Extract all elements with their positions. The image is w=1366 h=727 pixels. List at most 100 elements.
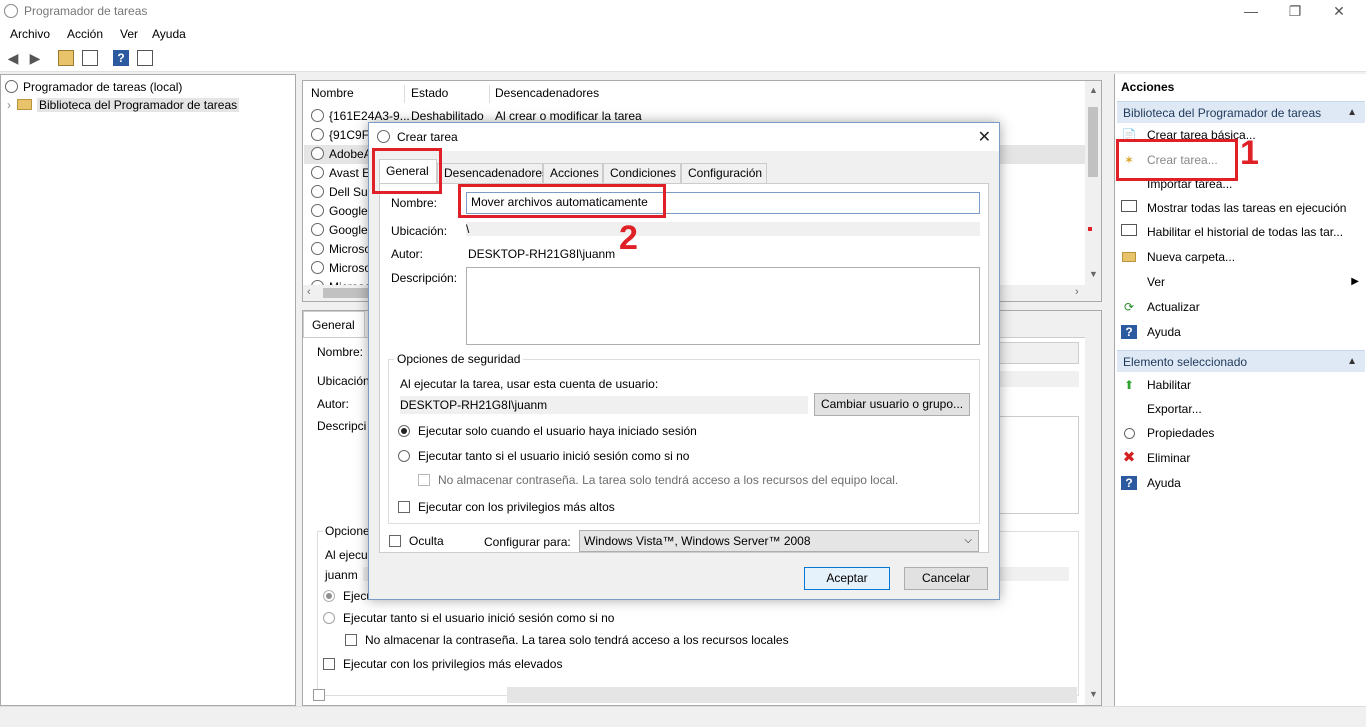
clock-icon <box>311 242 324 255</box>
action-export[interactable]: Exportar... <box>1121 399 1202 419</box>
clock-icon <box>311 223 324 236</box>
menu-ayuda[interactable]: Ayuda <box>152 27 186 41</box>
action-enable[interactable]: ⬆ Habilitar <box>1121 375 1191 395</box>
annotation-box-general-tab <box>372 148 442 194</box>
annotation-box-task-name <box>458 184 666 218</box>
back-arrow-icon[interactable]: ◀ <box>5 50 21 66</box>
tab-actions[interactable]: Acciones <box>543 163 603 183</box>
table-row[interactable]: GoogleU <box>311 221 376 240</box>
close-button[interactable]: ✕ <box>1316 2 1362 22</box>
column-header-name[interactable]: Nombre <box>311 86 354 104</box>
menu-bar: Archivo Acción Ver Ayuda <box>0 24 1366 44</box>
delete-x-icon: ✖ <box>1122 449 1136 466</box>
maximize-button[interactable]: ❐ <box>1272 2 1318 22</box>
show-action-pane-icon[interactable] <box>137 50 153 66</box>
tab-conditions[interactable]: Condiciones <box>603 163 681 183</box>
clock-icon <box>377 130 390 143</box>
configure-for-select[interactable]: Windows Vista™, Windows Server™ 2008 ⌵ <box>579 530 979 552</box>
action-help[interactable]: ? Ayuda <box>1121 322 1181 342</box>
tree-root[interactable]: Programador de tareas (local) <box>5 78 182 96</box>
table-row[interactable]: Microso <box>311 259 371 278</box>
running-tasks-icon <box>1121 200 1137 212</box>
show-hide-console-icon[interactable] <box>82 50 98 66</box>
annotation-box-create-task <box>1116 139 1238 181</box>
table-row[interactable]: Dell Sup <box>311 183 374 202</box>
folder-icon <box>1121 247 1137 267</box>
folder-icon <box>17 99 32 110</box>
action-show-running[interactable]: Mostrar todas las tareas en ejecución <box>1121 198 1346 218</box>
action-view[interactable]: Ver ▶ <box>1121 272 1359 292</box>
list-vertical-scrollbar[interactable]: ▲ ▼ <box>1085 81 1101 285</box>
up-folder-icon[interactable] <box>58 50 74 66</box>
status-bar <box>0 706 1366 727</box>
user-account-value: DESKTOP-RH21G8I\juanm <box>400 396 808 414</box>
window-title: Programador de tareas <box>24 4 148 18</box>
console-tree: Programador de tareas (local) › Bibliotec… <box>0 74 296 706</box>
action-new-folder[interactable]: Nueva carpeta... <box>1121 247 1235 267</box>
annotation-dot <box>1088 227 1092 231</box>
table-row[interactable]: Microso <box>311 240 371 259</box>
submenu-arrow-icon: ▶ <box>1351 276 1359 287</box>
title-bar: Programador de tareas — ❐ ✕ <box>0 0 1366 24</box>
help-icon: ? <box>1121 476 1137 490</box>
actions-title: Acciones <box>1121 80 1175 94</box>
chevron-down-icon: ⌵ <box>964 535 972 546</box>
menu-ver[interactable]: Ver <box>120 27 138 41</box>
annotation-number-one: 1 <box>1240 134 1259 172</box>
accept-button[interactable]: Aceptar <box>804 567 890 590</box>
change-user-button[interactable]: Cambiar usuario o grupo... <box>814 393 970 416</box>
action-delete[interactable]: ✖ Eliminar <box>1121 448 1191 468</box>
clock-icon <box>1121 423 1137 443</box>
action-properties[interactable]: Propiedades <box>1121 423 1214 443</box>
clock-icon <box>311 185 324 198</box>
section-library[interactable]: Biblioteca del Programador de tareas ▲ <box>1117 101 1365 123</box>
clock-icon <box>311 261 324 274</box>
detail-check-privileges: Ejecutar con los privilegios más elevado… <box>323 657 562 671</box>
cancel-button[interactable]: Cancelar <box>904 567 988 590</box>
clock-icon <box>311 128 324 141</box>
collapse-icon[interactable]: ▲ <box>1347 102 1357 124</box>
dialog-title-bar: Crear tarea ✕ <box>369 123 999 151</box>
column-header-state[interactable]: Estado <box>411 86 448 104</box>
action-refresh[interactable]: ⟳ Actualizar <box>1121 297 1200 317</box>
annotation-number-two: 2 <box>619 219 638 257</box>
table-row[interactable]: GoogleU <box>311 202 376 221</box>
minimize-button[interactable]: — <box>1228 2 1274 22</box>
enable-arrow-icon: ⬆ <box>1123 378 1135 392</box>
checkbox-no-store-password[interactable]: No almacenar contraseña. La tarea solo t… <box>418 473 898 487</box>
collapse-icon[interactable]: ▲ <box>1347 351 1357 373</box>
column-header-triggers[interactable]: Desencadenadores <box>495 86 599 104</box>
general-tab-page: Nombre: Mover archivos automaticamente U… <box>379 183 989 553</box>
table-row[interactable]: Avast Er <box>311 164 374 183</box>
dialog-title: Crear tarea <box>397 130 458 144</box>
refresh-icon: ⟳ <box>1123 300 1135 314</box>
clock-icon <box>311 166 324 179</box>
description-textarea[interactable] <box>466 267 980 345</box>
tab-settings[interactable]: Configuración <box>681 163 767 183</box>
tab-triggers[interactable]: Desencadenadores <box>437 163 548 183</box>
action-enable-history[interactable]: Habilitar el historial de todas las tar.… <box>1121 222 1343 242</box>
help-icon: ? <box>1121 325 1137 339</box>
menu-accion[interactable]: Acción <box>67 27 103 41</box>
checkbox-hidden[interactable]: Oculta <box>389 534 444 548</box>
tree-item-library[interactable]: › Biblioteca del Programador de tareas <box>7 96 240 114</box>
radio-run-logged-on[interactable]: Ejecutar solo cuando el usuario haya ini… <box>398 424 697 438</box>
clock-icon <box>5 80 18 93</box>
action-help-selected[interactable]: ? Ayuda <box>1121 473 1181 493</box>
tab-general-detail[interactable]: General <box>303 311 365 337</box>
menu-archivo[interactable]: Archivo <box>10 27 50 41</box>
section-selected-item[interactable]: Elemento seleccionado ▲ <box>1117 350 1365 372</box>
table-row[interactable]: {91C9F1 <box>311 126 376 145</box>
radio-run-whether-logged[interactable]: Ejecutar tanto si el usuario inició sesi… <box>398 449 689 463</box>
dialog-close-button[interactable]: ✕ <box>978 127 991 147</box>
detail-vertical-scrollbar[interactable]: ▼ <box>1085 337 1101 705</box>
toolbar: ◀ ▶ ? <box>0 44 1366 72</box>
history-icon <box>1121 224 1137 236</box>
clock-icon <box>311 147 324 160</box>
forward-arrow-icon[interactable]: ▶ <box>27 50 43 66</box>
clock-icon <box>311 204 324 217</box>
help-icon[interactable]: ? <box>113 50 129 66</box>
checkbox-highest-privileges[interactable]: Ejecutar con los privilegios más altos <box>398 500 615 514</box>
chevron-right-icon[interactable]: › <box>7 98 11 112</box>
detail-radio-any: Ejecutar tanto si el usuario inició sesi… <box>323 611 614 625</box>
